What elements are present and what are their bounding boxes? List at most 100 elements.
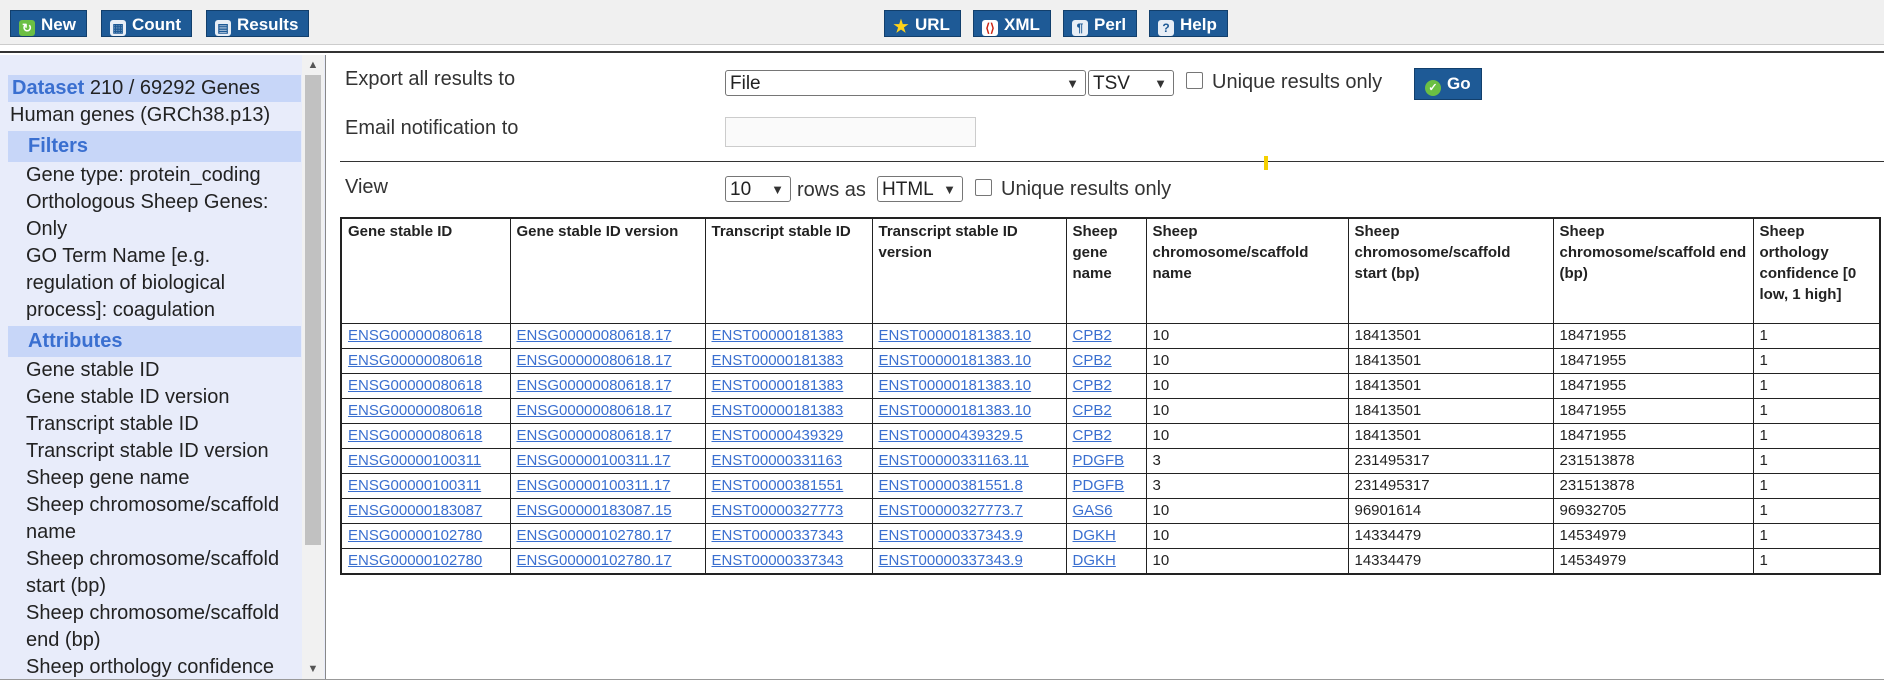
sidebar-attribute-item[interactable]: Gene stable ID (8, 357, 301, 384)
gene-id-link[interactable]: ENSG00000080618 (348, 352, 482, 369)
results-button[interactable]: ▤ Results (206, 10, 310, 37)
gene-id-version-link[interactable]: ENSG00000080618.17 (517, 327, 672, 344)
end-cell: 231513878 (1552, 447, 1754, 474)
gene-id-version-link[interactable]: ENSG00000102780.17 (517, 527, 672, 544)
new-button[interactable]: ↻ New (10, 10, 87, 37)
gene-id-version-link[interactable]: ENSG00000100311.17 (517, 452, 671, 469)
sidebar-attribute-item[interactable]: Sheep chromosome/scaffold name (8, 492, 301, 546)
transcript-id-version-link[interactable]: ENST00000181383.10 (879, 402, 1032, 419)
gene-id-link[interactable]: ENSG00000100311 (348, 477, 481, 494)
transcript-id-version-link[interactable]: ENST00000439329.5 (879, 427, 1023, 444)
transcript-id-version-link[interactable]: ENST00000331163.11 (879, 452, 1029, 469)
end-cell: 18471955 (1552, 322, 1754, 349)
transcript-id-link[interactable]: ENST00000439329 (712, 427, 844, 444)
xml-button[interactable]: ⟨⟩ XML (973, 10, 1051, 37)
sidebar-attributes-header[interactable]: Attributes (8, 326, 301, 357)
gene-id-link[interactable]: ENSG00000100311 (348, 452, 481, 469)
scrollbar-thumb[interactable] (305, 75, 321, 545)
sidebar-dataset[interactable]: Dataset 210 / 69292 Genes (8, 75, 301, 102)
gene-name-link[interactable]: CPB2 (1073, 427, 1112, 444)
sidebar-filters-header[interactable]: Filters (8, 131, 301, 162)
export-destination-select[interactable]: File ▼ (725, 70, 1086, 96)
table-row: ENSG00000080618 ENSG00000080618.17 ENST000… (340, 422, 1881, 449)
gene-name-link[interactable]: CPB2 (1073, 377, 1112, 394)
gene-name-link[interactable]: CPB2 (1073, 327, 1112, 344)
dataset-name[interactable]: Human genes (GRCh38.p13) (8, 102, 301, 129)
table-cell: ENST00000337343 (704, 522, 873, 549)
sidebar-attribute-item[interactable]: Sheep chromosome/scaffold end (bp) (8, 600, 301, 654)
sidebar-attribute-item[interactable]: Gene stable ID version (8, 384, 301, 411)
table-cell: ENST00000181383 (704, 347, 873, 374)
gene-id-version-link[interactable]: ENSG00000080618.17 (517, 402, 672, 419)
table-cell: CPB2 (1065, 397, 1147, 424)
transcript-id-link[interactable]: ENST00000181383 (712, 352, 844, 369)
divider (0, 679, 1884, 680)
transcript-id-version-link[interactable]: ENST00000181383.10 (879, 327, 1032, 344)
confidence-cell: 1 (1752, 347, 1881, 374)
gene-name-link[interactable]: GAS6 (1073, 502, 1113, 519)
gene-name-link[interactable]: PDGFB (1073, 477, 1125, 494)
gene-name-link[interactable]: PDGFB (1073, 452, 1125, 469)
rows-as-label: rows as (797, 179, 866, 201)
sidebar-attribute-item[interactable]: Sheep gene name (8, 465, 301, 492)
export-unique-checkbox[interactable] (1186, 72, 1203, 89)
gene-id-version-link[interactable]: ENSG00000183087.15 (517, 502, 672, 519)
scroll-up-icon[interactable]: ▲ (307, 59, 319, 71)
sidebar-scrollbar[interactable]: ▲ ▼ (302, 55, 324, 679)
gene-name-link[interactable]: DGKH (1073, 527, 1116, 544)
go-button[interactable]: ✓ Go (1414, 68, 1482, 100)
count-button[interactable]: ▦ Count (101, 10, 193, 37)
divider (340, 161, 1884, 162)
gene-id-link[interactable]: ENSG00000102780 (348, 527, 482, 544)
gene-id-link[interactable]: ENSG00000080618 (348, 427, 482, 444)
sidebar-attribute-item[interactable]: Sheep orthology confidence (8, 654, 301, 679)
scroll-down-icon[interactable]: ▼ (307, 663, 319, 675)
perl-button[interactable]: ¶ Perl (1063, 10, 1138, 37)
gene-id-link[interactable]: ENSG00000183087 (348, 502, 482, 519)
view-rows-select[interactable]: 10 ▼ (725, 176, 791, 202)
sidebar-attribute-item[interactable]: Transcript stable ID (8, 411, 301, 438)
export-format-select[interactable]: TSV ▼ (1088, 70, 1174, 96)
table-cell: ENSG00000080618.17 (509, 397, 706, 424)
gene-name-link[interactable]: CPB2 (1073, 402, 1112, 419)
table-cell: ENSG00000100311.17 (509, 447, 706, 474)
transcript-id-link[interactable]: ENST00000181383 (712, 327, 844, 344)
sidebar-attribute-item[interactable]: Transcript stable ID version (8, 438, 301, 465)
transcript-id-version-link[interactable]: ENST00000181383.10 (879, 377, 1032, 394)
transcript-id-link[interactable]: ENST00000381551 (712, 477, 844, 494)
sidebar-filter-item[interactable]: Orthologous Sheep Genes: Only (8, 189, 301, 243)
transcript-id-version-link[interactable]: ENST00000337343.9 (879, 527, 1023, 544)
gene-id-version-link[interactable]: ENSG00000102780.17 (517, 552, 672, 569)
gene-id-version-link[interactable]: ENSG00000100311.17 (517, 477, 671, 494)
sidebar-filter-item[interactable]: GO Term Name [e.g. regulation of biologi… (8, 243, 301, 324)
gene-id-link[interactable]: ENSG00000080618 (348, 402, 482, 419)
gene-id-version-link[interactable]: ENSG00000080618.17 (517, 427, 672, 444)
table-cell: ENSG00000080618.17 (509, 347, 706, 374)
transcript-id-link[interactable]: ENST00000181383 (712, 377, 844, 394)
table-cell: PDGFB (1065, 447, 1147, 474)
view-unique-checkbox[interactable] (975, 179, 992, 196)
transcript-id-version-link[interactable]: ENST00000337343.9 (879, 552, 1023, 569)
help-button[interactable]: ? Help (1149, 10, 1228, 37)
sidebar-filter-item[interactable]: Gene type: protein_coding (8, 162, 301, 189)
transcript-id-version-link[interactable]: ENST00000181383.10 (879, 352, 1032, 369)
table-cell: ENST00000381551.8 (871, 472, 1067, 499)
transcript-id-version-link[interactable]: ENST00000381551.8 (879, 477, 1023, 494)
transcript-id-version-link[interactable]: ENST00000327773.7 (879, 502, 1023, 519)
sidebar-attribute-item[interactable]: Sheep chromosome/scaffold start (bp) (8, 546, 301, 600)
transcript-id-link[interactable]: ENST00000331163 (712, 452, 843, 469)
gene-id-link[interactable]: ENSG00000080618 (348, 377, 482, 394)
gene-id-version-link[interactable]: ENSG00000080618.17 (517, 377, 672, 394)
transcript-id-link[interactable]: ENST00000181383 (712, 402, 844, 419)
view-format-select[interactable]: HTML ▼ (877, 176, 963, 202)
transcript-id-link[interactable]: ENST00000337343 (712, 527, 844, 544)
gene-id-link[interactable]: ENSG00000102780 (348, 552, 482, 569)
transcript-id-link[interactable]: ENST00000327773 (712, 502, 844, 519)
gene-id-link[interactable]: ENSG00000080618 (348, 327, 482, 344)
email-field[interactable] (725, 117, 976, 147)
gene-name-link[interactable]: DGKH (1073, 552, 1116, 569)
gene-id-version-link[interactable]: ENSG00000080618.17 (517, 352, 672, 369)
gene-name-link[interactable]: CPB2 (1073, 352, 1112, 369)
url-button[interactable]: ★ URL (884, 10, 961, 37)
transcript-id-link[interactable]: ENST00000337343 (712, 552, 844, 569)
